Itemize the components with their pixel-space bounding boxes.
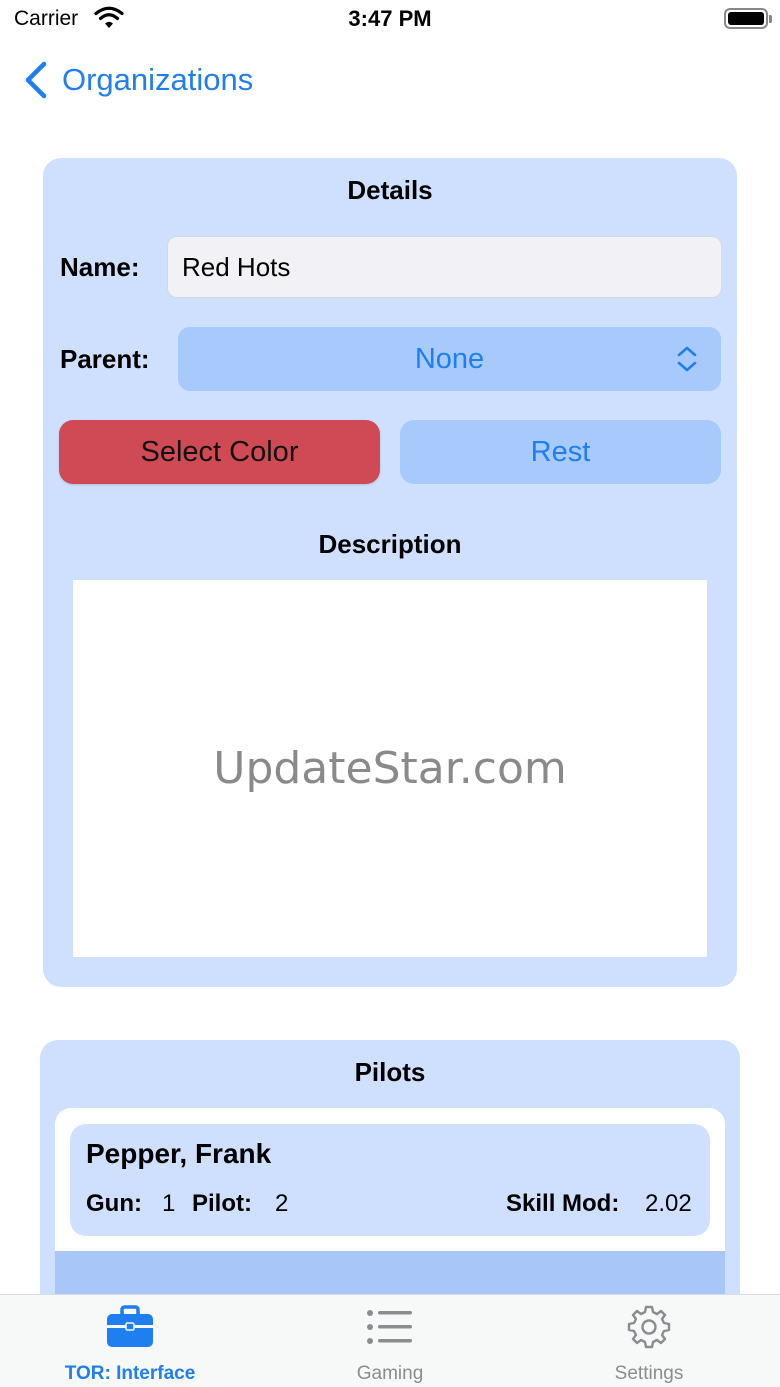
status-time: 3:47 PM bbox=[348, 6, 432, 31]
pilot-name: Pepper, Frank bbox=[86, 1138, 272, 1169]
name-input[interactable]: Red Hots bbox=[167, 236, 722, 298]
name-label: Name: bbox=[60, 252, 140, 282]
tab-tor-interface[interactable]: TOR: Interface bbox=[30, 1295, 230, 1387]
skill-mod-value: 2.02 bbox=[645, 1190, 692, 1217]
parent-label: Parent: bbox=[60, 344, 150, 374]
back-button[interactable]: Organizations bbox=[18, 56, 253, 104]
details-title: Details bbox=[347, 175, 433, 205]
tab-gaming[interactable]: Gaming bbox=[290, 1295, 490, 1387]
pilot-row[interactable]: Pepper, Frank Gun: 1 Pilot: 2 Skill Mod:… bbox=[70, 1124, 710, 1236]
pilot-stat: Pilot: bbox=[192, 1190, 252, 1218]
pilots-title: Pilots bbox=[354, 1057, 426, 1087]
parent-value: None bbox=[414, 342, 485, 375]
list-icon bbox=[367, 1310, 412, 1344]
skill-stat: Skill Mod: bbox=[506, 1190, 619, 1218]
back-label: Organizations bbox=[62, 62, 254, 97]
tab-label: Gaming bbox=[356, 1363, 424, 1384]
tab-bar: TOR: Interface Gaming Settings bbox=[0, 1294, 780, 1387]
pilot-label: Pilot: bbox=[192, 1190, 252, 1217]
gun-label: Gun: bbox=[86, 1190, 142, 1217]
briefcase-icon bbox=[107, 1305, 153, 1347]
chevron-left-icon bbox=[25, 61, 47, 99]
tab-settings[interactable]: Settings bbox=[549, 1295, 749, 1387]
tab-label: Settings bbox=[614, 1363, 684, 1384]
description-textarea[interactable]: UpdateStar.com bbox=[73, 580, 707, 957]
battery-icon bbox=[724, 8, 772, 29]
status-bar: Carrier 3:47 PM bbox=[0, 0, 780, 40]
gear-icon bbox=[627, 1305, 671, 1349]
description-text: UpdateStar.com bbox=[213, 743, 567, 794]
rest-button[interactable]: Rest bbox=[400, 420, 721, 484]
select-color-button[interactable]: Select Color bbox=[59, 420, 380, 484]
tab-label: TOR: Interface bbox=[64, 1363, 196, 1384]
description-title: Description bbox=[318, 529, 462, 559]
skill-mod-label: Skill Mod: bbox=[506, 1190, 620, 1217]
gun-value: 1 bbox=[162, 1190, 176, 1217]
pilot-value: 2 bbox=[275, 1190, 289, 1217]
details-card: Details Name: Red Hots Parent: None Sele… bbox=[43, 158, 737, 987]
gun-stat: Gun: bbox=[86, 1190, 142, 1218]
chevron-up-down-icon bbox=[677, 346, 697, 372]
parent-picker[interactable]: None bbox=[178, 327, 721, 391]
